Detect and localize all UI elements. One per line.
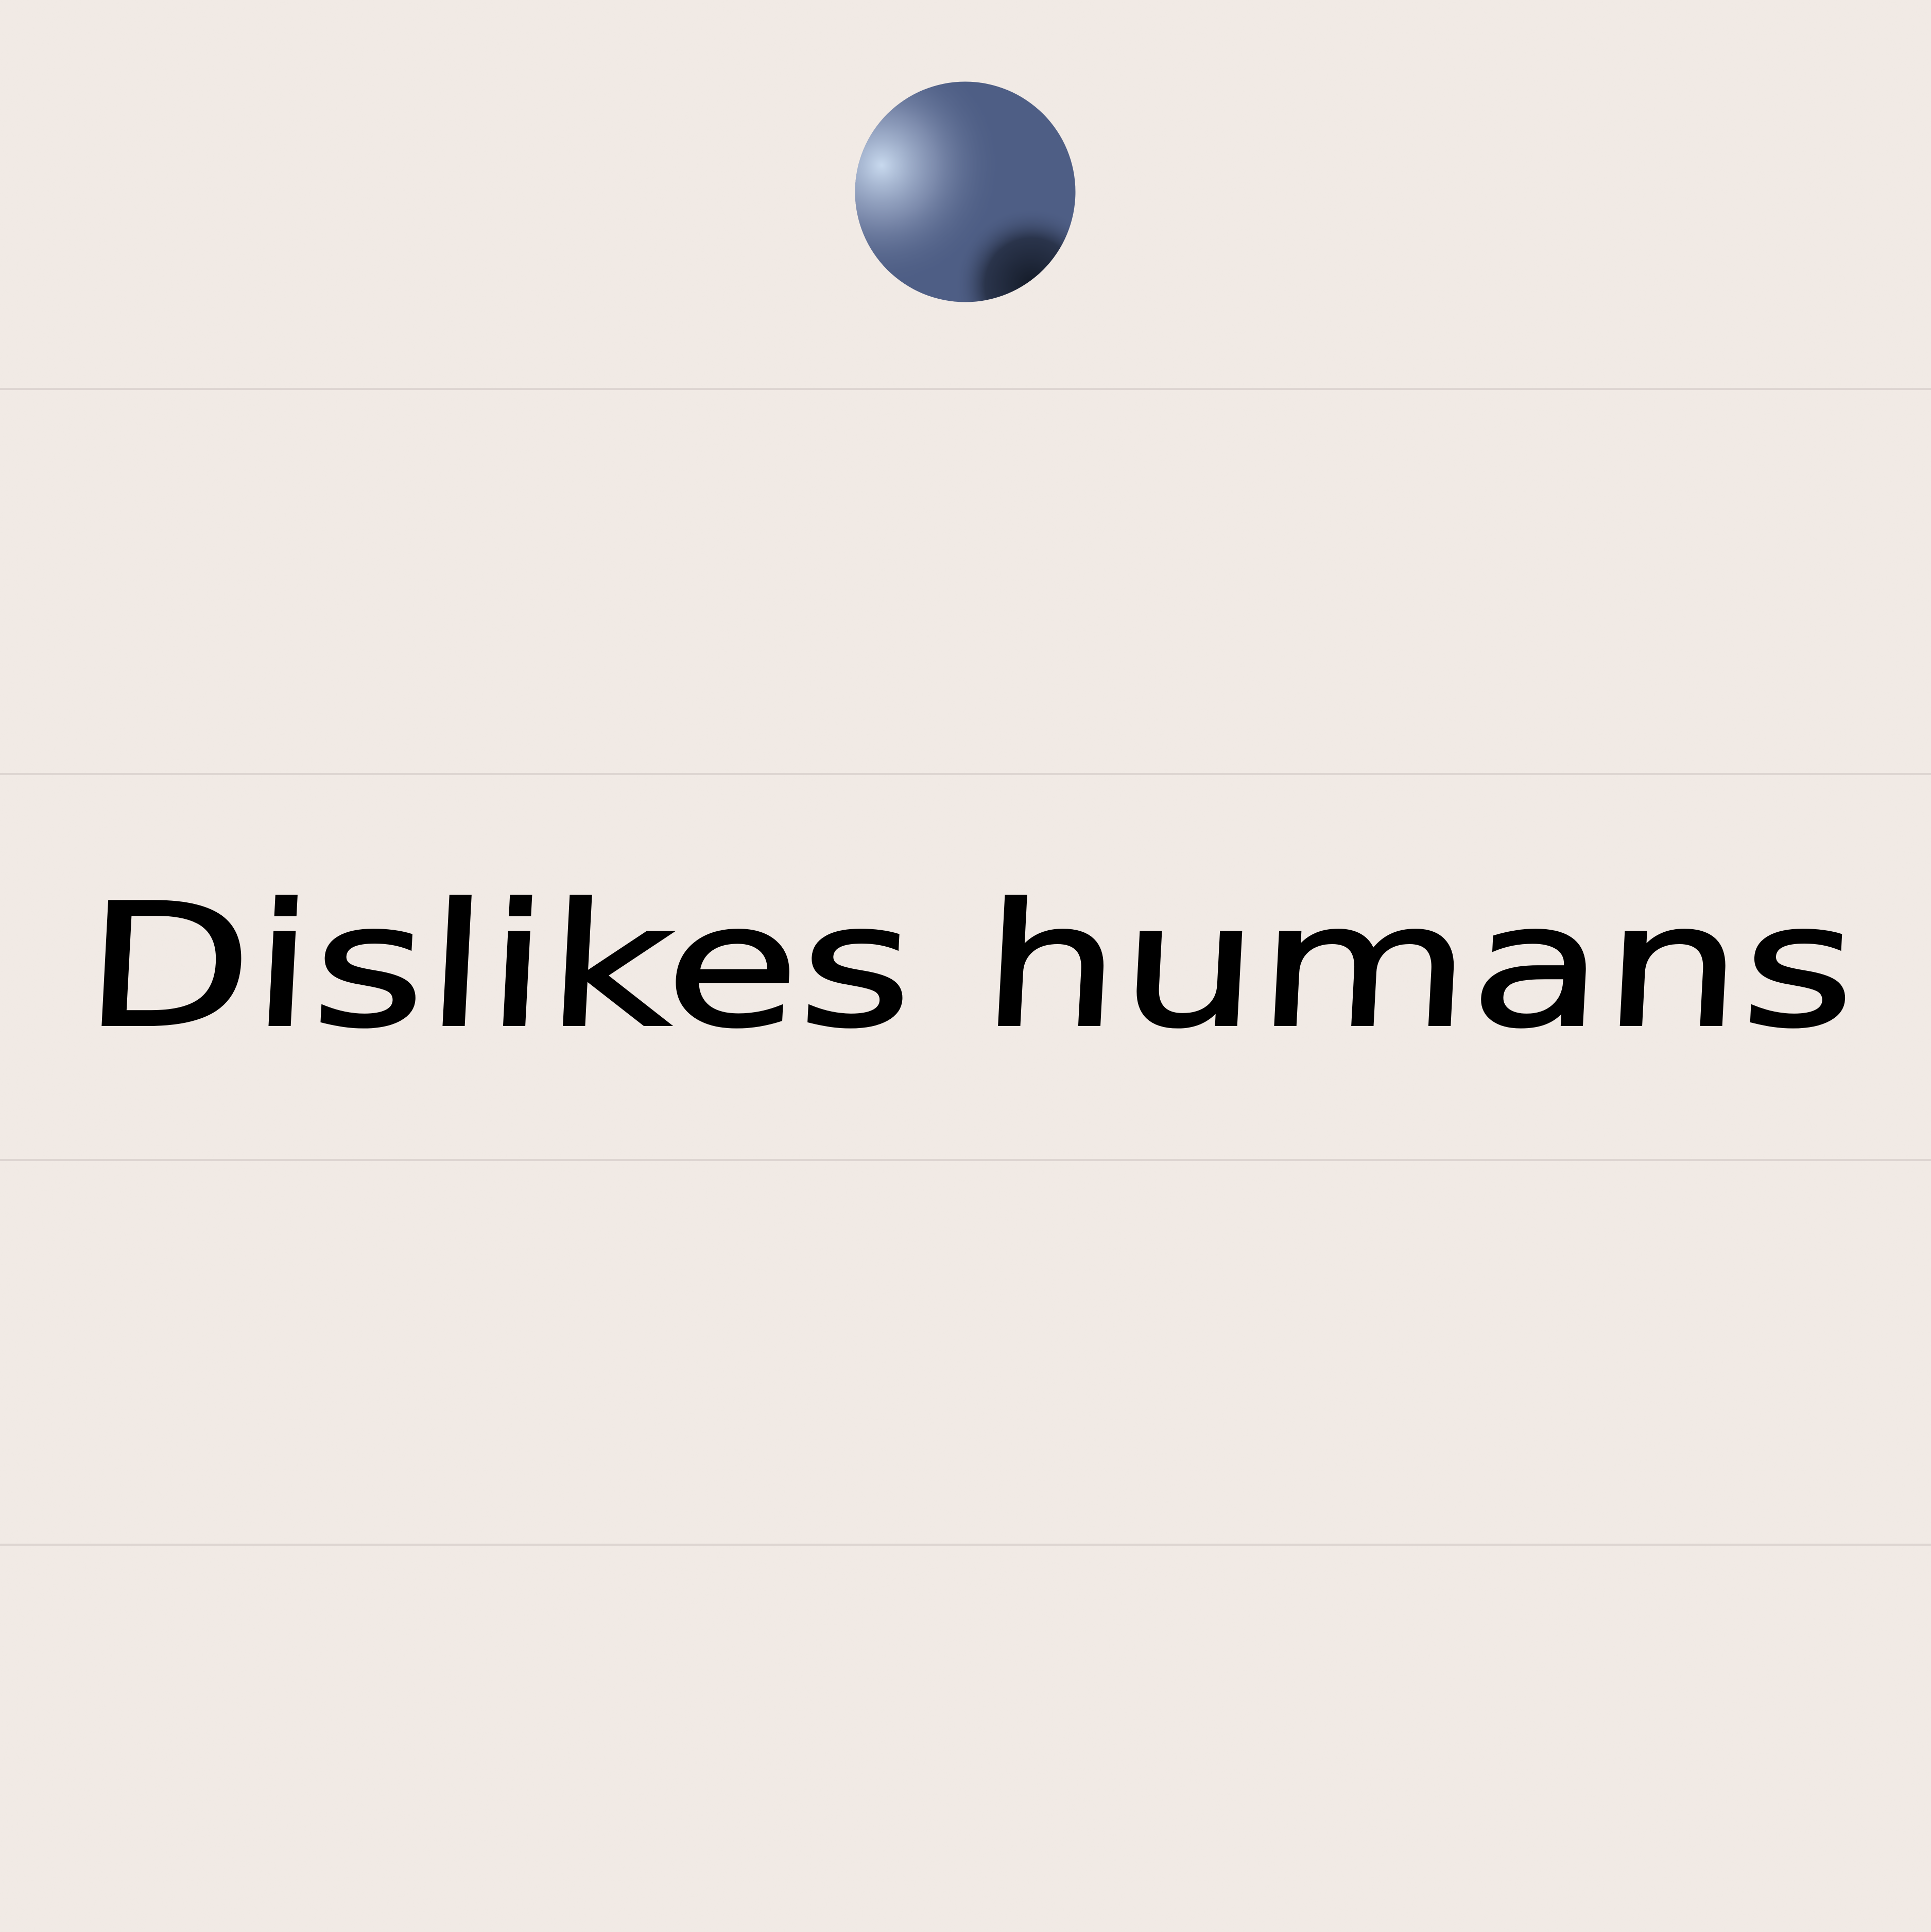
pushpin-icon: [855, 81, 1076, 302]
lined-paper-note: Dislikes humans: [0, 0, 1931, 1932]
ruled-line-2: [0, 773, 1931, 775]
ruled-line-4: [0, 1544, 1931, 1546]
handwritten-note: Dislikes humans: [78, 866, 1862, 1066]
note-text: Dislikes humans: [79, 867, 1861, 1065]
ruled-line-1: [0, 388, 1931, 390]
ruled-line-3: [0, 1159, 1931, 1161]
